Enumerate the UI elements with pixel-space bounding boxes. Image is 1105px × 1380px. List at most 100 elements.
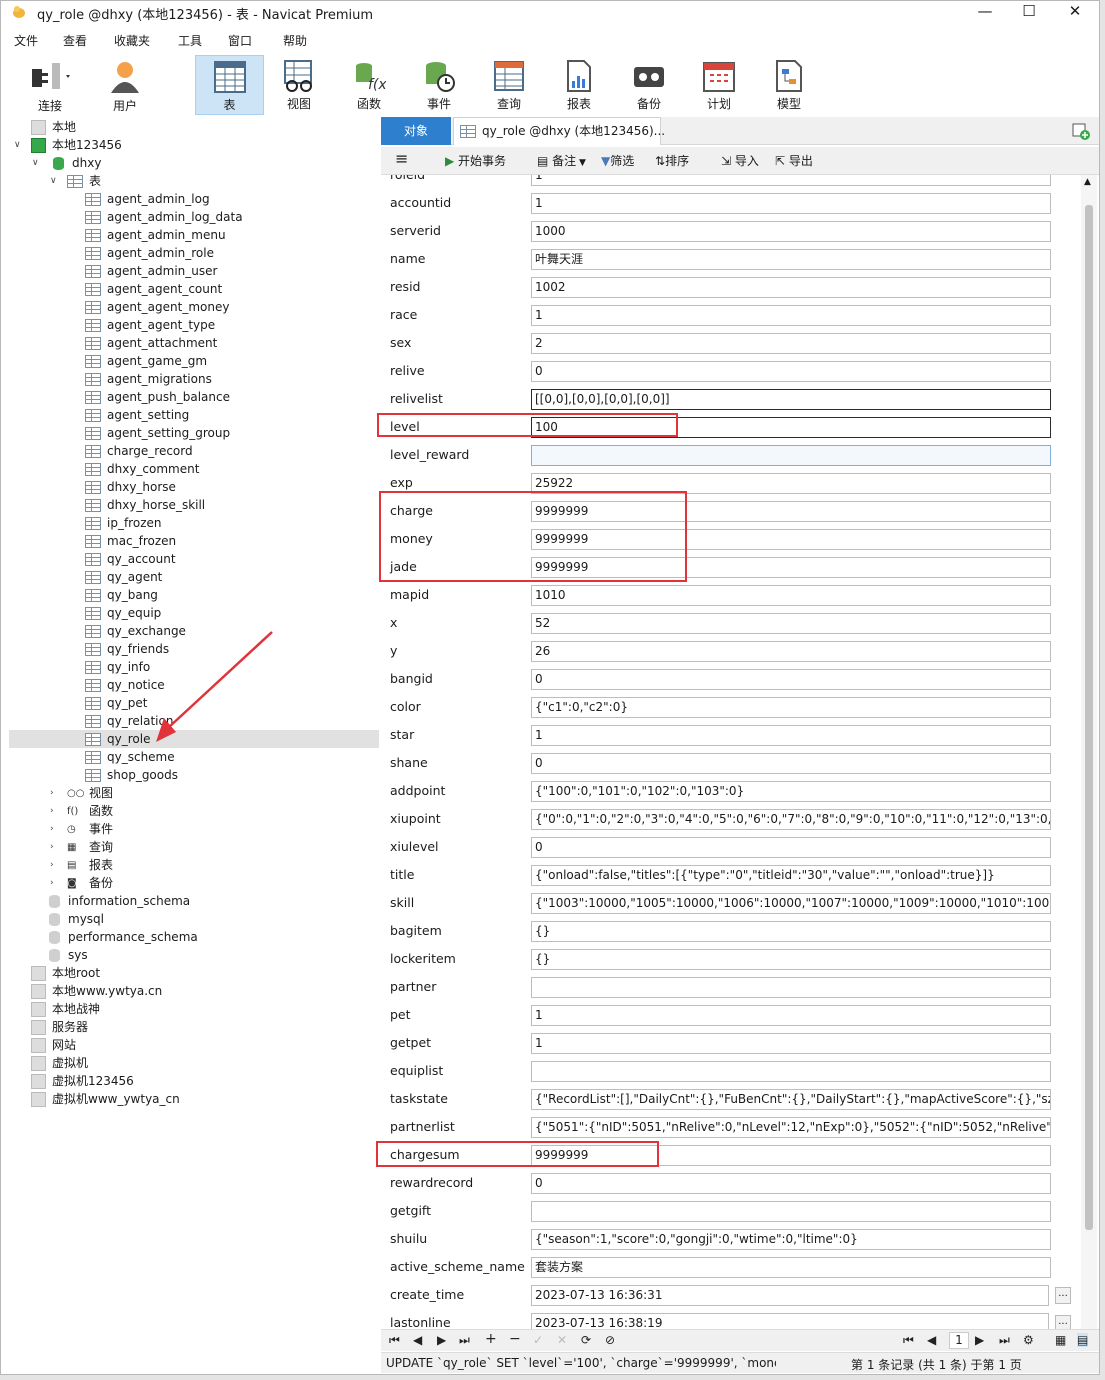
tree-object-group[interactable]: › ◙ 备份 — [9, 874, 379, 892]
tree-connection-item[interactable]: 虚拟机 — [9, 1054, 379, 1072]
tree-table-item[interactable]: qy_equip — [9, 604, 379, 622]
menu-favorites[interactable]: 收藏夹 — [114, 32, 150, 49]
memo-button[interactable]: ▤ 备注 ▼ — [537, 152, 586, 170]
scroll-up-icon[interactable]: ▲ — [1084, 177, 1091, 187]
field-value-input[interactable]: 1 — [531, 193, 1051, 214]
tree-table-item[interactable]: agent_agent_money — [9, 298, 379, 316]
field-value-input[interactable]: 0 — [531, 1173, 1051, 1194]
filter-button[interactable]: ▼筛选 — [601, 152, 634, 170]
tree-table-item[interactable]: dhxy_horse — [9, 478, 379, 496]
toolbar-connect-button[interactable]: 连接 — [18, 55, 82, 115]
scrollbar-thumb[interactable] — [1085, 205, 1093, 1230]
field-value-input[interactable]: {} — [531, 921, 1051, 942]
menu-file[interactable]: 文件 — [14, 32, 38, 49]
expand-chevron-icon[interactable]: › — [50, 802, 60, 820]
tree-database-item[interactable]: mysql — [9, 910, 379, 928]
tree-table-item[interactable]: agent_admin_user — [9, 262, 379, 280]
tree-table-item[interactable]: agent_setting — [9, 406, 379, 424]
tree-table-item[interactable]: ip_frozen — [9, 514, 379, 532]
tree-connection-item[interactable]: 本地战神 — [9, 1000, 379, 1018]
tree-database-item[interactable]: information_schema — [9, 892, 379, 910]
tree-table-item[interactable]: agent_admin_menu — [9, 226, 379, 244]
tree-table-item[interactable]: qy_friends — [9, 640, 379, 658]
tree-table-item[interactable]: agent_admin_role — [9, 244, 379, 262]
tree-table-item[interactable]: agent_game_gm — [9, 352, 379, 370]
begin-transaction-button[interactable]: ▶ 开始事务 — [445, 152, 506, 170]
tab-qy-role[interactable]: qy_role @dhxy (本地123456)... — [453, 117, 665, 145]
apply-button[interactable]: ✓ — [533, 1333, 543, 1347]
field-value-input[interactable]: 1 — [531, 305, 1051, 326]
tree-database-dhxy[interactable]: ∨ dhxy — [9, 154, 379, 172]
field-value-input[interactable]: 0 — [531, 361, 1051, 382]
stop-button[interactable]: ⊘ — [605, 1333, 615, 1347]
field-value-input[interactable] — [531, 977, 1051, 998]
refresh-button[interactable]: ⟳ — [581, 1333, 591, 1347]
tree-table-item[interactable]: qy_account — [9, 550, 379, 568]
tree-tables-node[interactable]: ∨ 表 — [9, 172, 379, 190]
field-value-input[interactable]: {"100":0,"101":0,"102":0,"103":0} — [531, 781, 1051, 802]
tree-table-item[interactable]: agent_admin_log — [9, 190, 379, 208]
page-number-input[interactable]: 1 — [949, 1332, 969, 1349]
tree-table-item[interactable]: qy_scheme — [9, 748, 379, 766]
field-value-input[interactable] — [531, 1201, 1051, 1222]
tree-table-item[interactable]: agent_push_balance — [9, 388, 379, 406]
expand-chevron-icon[interactable]: › — [50, 820, 60, 838]
field-value-input[interactable]: 1 — [531, 175, 1051, 186]
tree-table-item[interactable]: agent_setting_group — [9, 424, 379, 442]
field-value-input[interactable]: 2 — [531, 333, 1051, 354]
settings-gear-icon[interactable]: ⚙ — [1023, 1333, 1034, 1347]
tree-table-item[interactable]: qy_bang — [9, 586, 379, 604]
field-value-input[interactable]: 1000 — [531, 221, 1051, 242]
expand-chevron-icon[interactable]: › — [50, 874, 60, 892]
form-view-icon[interactable]: ▤ — [1077, 1333, 1089, 1347]
expand-chevron-icon[interactable]: ∨ — [32, 154, 42, 172]
expand-chevron-icon[interactable]: ∨ — [14, 136, 24, 154]
toolbar-function-button[interactable]: f(x) 函数 — [337, 55, 401, 115]
field-value-input[interactable]: 1 — [531, 725, 1051, 746]
tree-table-item[interactable]: agent_agent_type — [9, 316, 379, 334]
toolbar-schedule-button[interactable]: 计划 — [687, 55, 751, 115]
toolbar-query-button[interactable]: 查询 — [477, 55, 541, 115]
field-value-input[interactable]: [[0,0],[0,0],[0,0],[0,0]] — [531, 389, 1051, 410]
tree-table-item[interactable]: dhxy_horse_skill — [9, 496, 379, 514]
import-button[interactable]: ⇲ 导入 — [721, 152, 759, 170]
close-button[interactable]: ✕ — [1052, 1, 1098, 23]
toolbar-report-button[interactable]: 报表 — [547, 55, 611, 115]
expand-chevron-icon[interactable]: ∨ — [50, 172, 60, 190]
field-value-input[interactable]: {"onload":false,"titles":[{"type":"0","t… — [531, 865, 1051, 886]
toolbar-event-button[interactable]: 事件 — [407, 55, 471, 115]
tree-table-item[interactable]: agent_attachment — [9, 334, 379, 352]
menu-help[interactable]: 帮助 — [283, 32, 307, 49]
toolbar-model-button[interactable]: 模型 — [757, 55, 821, 115]
tree-table-item[interactable]: mac_frozen — [9, 532, 379, 550]
tree-object-group[interactable]: › ○○ 视图 — [9, 784, 379, 802]
prev-record-button[interactable]: ◀ — [413, 1333, 422, 1347]
first-page-button[interactable]: ⏮ — [903, 1333, 914, 1348]
date-picker-button[interactable]: ... — [1055, 1287, 1071, 1304]
tree-connection-active[interactable]: ∨ 本地123456 — [9, 136, 379, 154]
field-value-input[interactable] — [531, 1061, 1051, 1082]
tree-table-item[interactable]: agent_admin_log_data — [9, 208, 379, 226]
tree-table-item[interactable]: qy_info — [9, 658, 379, 676]
field-value-input[interactable]: {"5051":{"nID":5051,"nRelive":0,"nLevel"… — [531, 1117, 1051, 1138]
field-value-input[interactable]: 52 — [531, 613, 1051, 634]
field-value-input[interactable]: {"season":1,"score":0,"gongji":0,"wtime"… — [531, 1229, 1051, 1250]
tree-table-item[interactable]: shop_goods — [9, 766, 379, 784]
tree-table-item[interactable]: qy_role — [9, 730, 379, 748]
expand-chevron-icon[interactable]: › — [50, 784, 60, 802]
export-button[interactable]: ⇱ 导出 — [775, 152, 813, 170]
menu-view[interactable]: 查看 — [63, 32, 87, 49]
prev-page-button[interactable]: ◀ — [927, 1333, 936, 1347]
tree-table-item[interactable]: qy_pet — [9, 694, 379, 712]
tree-table-item[interactable]: dhxy_comment — [9, 460, 379, 478]
toolbar-backup-button[interactable]: 备份 — [617, 55, 681, 115]
tab-objects[interactable]: 对象 — [381, 117, 451, 145]
menu-tools[interactable]: 工具 — [178, 32, 202, 49]
last-page-button[interactable]: ⏭ — [999, 1333, 1010, 1348]
field-value-input[interactable]: 0 — [531, 669, 1051, 690]
field-value-input[interactable]: 0 — [531, 753, 1051, 774]
tree-object-group[interactable]: › ▤ 报表 — [9, 856, 379, 874]
minimize-button[interactable]: — — [962, 1, 1008, 23]
tree-database-item[interactable]: sys — [9, 946, 379, 964]
tree-connection-item[interactable]: 本地root — [9, 964, 379, 982]
